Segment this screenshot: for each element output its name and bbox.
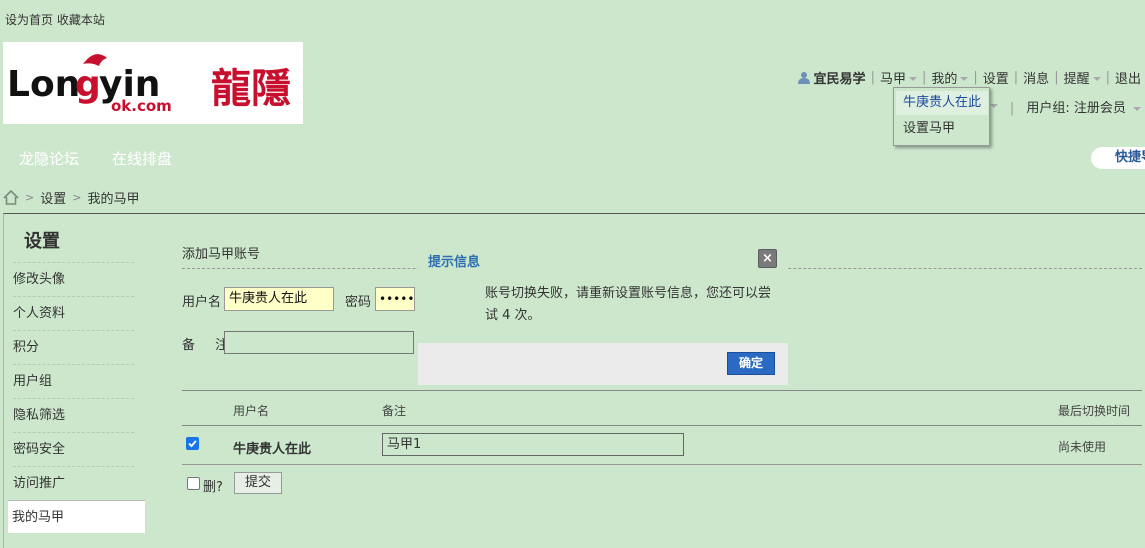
quick-nav-button[interactable]: 快捷导航 bbox=[1091, 147, 1145, 169]
column-header-username: 用户名 bbox=[233, 404, 270, 418]
password-input[interactable]: ••••• bbox=[375, 287, 415, 311]
column-header-last-switch: 最后切换时间 bbox=[1058, 404, 1131, 418]
svg-text:Lon: Lon bbox=[7, 64, 80, 105]
main-nav: 龙隐论坛 在线排盘 bbox=[0, 142, 186, 174]
nav-majia-label: 马甲 bbox=[879, 71, 906, 87]
nav-separator: | bbox=[1009, 101, 1015, 116]
submit-button[interactable]: 提交 bbox=[234, 472, 282, 494]
nav-forum[interactable]: 龙隐论坛 bbox=[19, 148, 79, 169]
chevron-down-icon bbox=[1133, 106, 1141, 111]
dialog-message: 账号切换失败，请重新设置账号信息，您还可以尝试 4 次。 bbox=[485, 286, 772, 323]
nav-mine-label: 我的 bbox=[931, 71, 958, 87]
delete-checkbox[interactable] bbox=[187, 477, 200, 490]
nav-paipan[interactable]: 在线排盘 bbox=[112, 148, 172, 169]
majia-dropdown: 牛庚贵人在此 设置马甲 bbox=[893, 87, 990, 146]
sidebar-item-privacy[interactable]: 隐私筛选 bbox=[13, 398, 134, 431]
breadcrumb: > 设置 > 我的马甲 bbox=[3, 188, 139, 207]
nav-reminders-label: 提醒 bbox=[1063, 71, 1090, 87]
sidebar-item-avatar[interactable]: 修改头像 bbox=[13, 262, 134, 295]
divider bbox=[182, 464, 1142, 465]
dropdown-item-majia[interactable]: 牛庚贵人在此 bbox=[896, 91, 988, 115]
nav-reminders[interactable]: 提醒 bbox=[1064, 68, 1101, 87]
table-cell-note-input[interactable]: 马甲1 bbox=[382, 433, 684, 456]
nav-separator: | bbox=[870, 69, 875, 85]
divider bbox=[182, 390, 1142, 391]
breadcrumb-settings[interactable]: 设置 bbox=[40, 188, 66, 207]
nav-separator: | bbox=[973, 69, 978, 85]
svg-text:龍隱: 龍隱 bbox=[211, 65, 291, 112]
bookmark-link[interactable]: 收藏本站 bbox=[57, 13, 105, 27]
svg-text:ok.com: ok.com bbox=[111, 97, 172, 115]
nav-separator: | bbox=[1105, 69, 1110, 85]
ok-button[interactable]: 确定 bbox=[727, 352, 775, 375]
chevron-right-icon: > bbox=[72, 190, 82, 204]
table-cell-username: 牛庚贵人在此 bbox=[233, 442, 312, 457]
nav-logout[interactable]: 退出 bbox=[1115, 68, 1141, 87]
site-logo[interactable]: Lon g yin ok.com 龍隱 bbox=[3, 42, 303, 124]
chevron-down-icon bbox=[960, 77, 969, 81]
top-links: 设为首页 收藏本站 bbox=[5, 11, 105, 28]
close-icon[interactable]: × bbox=[758, 249, 777, 268]
column-header-note: 备注 bbox=[382, 404, 407, 418]
checkmark-icon bbox=[188, 440, 197, 448]
set-homepage-link[interactable]: 设为首页 bbox=[5, 13, 53, 27]
svg-text:g: g bbox=[75, 64, 101, 105]
sidebar-item-my-majia[interactable]: 我的马甲 bbox=[8, 500, 145, 533]
username-input[interactable]: 牛庚贵人在此 bbox=[224, 287, 334, 311]
chevron-right-icon: > bbox=[25, 190, 35, 204]
nav-mine[interactable]: 我的 bbox=[931, 68, 969, 87]
sidebar-item-promotion[interactable]: 访问推广 bbox=[13, 466, 134, 499]
username-link[interactable]: 宜民易学 bbox=[814, 68, 866, 87]
delete-label: 删? bbox=[203, 480, 223, 495]
password-label: 密码 bbox=[345, 295, 372, 310]
username-label: 用户名 bbox=[182, 295, 222, 310]
row-checkbox[interactable] bbox=[186, 437, 199, 450]
table-cell-last-switch: 尚未使用 bbox=[1058, 440, 1107, 454]
nav-settings[interactable]: 设置 bbox=[983, 68, 1009, 87]
sidebar-title: 设置 bbox=[24, 231, 60, 252]
sidebar-item-profile[interactable]: 个人资料 bbox=[13, 296, 134, 329]
sidebar-item-password[interactable]: 密码安全 bbox=[13, 432, 134, 465]
nav-messages[interactable]: 消息 bbox=[1023, 68, 1049, 87]
dropdown-item-set-majia[interactable]: 设置马甲 bbox=[896, 117, 988, 141]
nav-separator: | bbox=[1054, 69, 1059, 85]
logo-graphic: Lon g yin ok.com 龍隱 bbox=[7, 54, 291, 115]
nav-separator: | bbox=[1013, 69, 1019, 85]
sidebar-item-usergroup[interactable]: 用户组 bbox=[13, 364, 134, 397]
note-input[interactable] bbox=[224, 331, 414, 354]
sidebar-item-credits[interactable]: 积分 bbox=[13, 330, 134, 363]
dialog-title: 提示信息 bbox=[428, 255, 481, 270]
add-majia-title: 添加马甲账号 bbox=[182, 247, 261, 262]
chevron-down-icon bbox=[1092, 77, 1101, 81]
breadcrumb-my-majia[interactable]: 我的马甲 bbox=[87, 188, 139, 207]
divider bbox=[182, 425, 1142, 426]
chevron-down-icon[interactable] bbox=[990, 104, 998, 108]
user-nav: 宜民易学 | 马甲 | 我的 | 设置 | 消息 | 提醒 | 退出 bbox=[797, 68, 1145, 87]
dialog-footer: 确定 bbox=[418, 343, 788, 385]
chevron-down-icon bbox=[908, 77, 917, 81]
nav-majia[interactable]: 马甲 bbox=[880, 68, 917, 87]
home-icon[interactable] bbox=[3, 189, 19, 205]
user-icon bbox=[797, 71, 810, 84]
info-dialog: 提示信息 × 账号切换失败，请重新设置账号信息，您还可以尝试 4 次。 确定 bbox=[418, 241, 788, 385]
user-group[interactable]: | 用户组: 注册会员 bbox=[1010, 97, 1141, 116]
user-group-label: 用户组: 注册会员 bbox=[1026, 101, 1126, 116]
nav-separator: | bbox=[921, 69, 927, 85]
